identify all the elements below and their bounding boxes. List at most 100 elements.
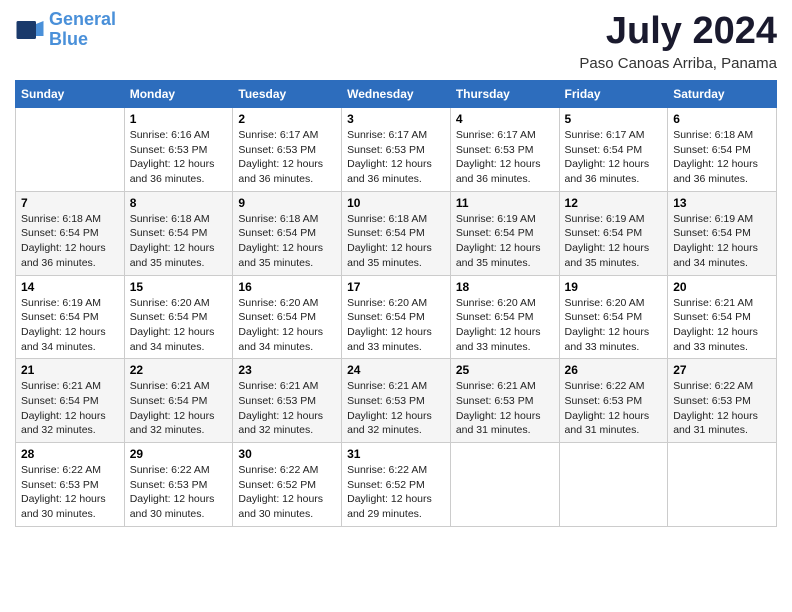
calendar-cell	[16, 108, 125, 192]
day-number: 22	[130, 363, 228, 377]
calendar-cell: 23 Sunrise: 6:21 AM Sunset: 6:53 PM Dayli…	[233, 359, 342, 443]
day-info: Sunrise: 6:19 AM Sunset: 6:54 PM Dayligh…	[456, 212, 554, 271]
day-info: Sunrise: 6:20 AM Sunset: 6:54 PM Dayligh…	[238, 296, 336, 355]
day-number: 23	[238, 363, 336, 377]
day-info: Sunrise: 6:17 AM Sunset: 6:54 PM Dayligh…	[565, 128, 663, 187]
calendar-cell: 28 Sunrise: 6:22 AM Sunset: 6:53 PM Dayli…	[16, 443, 125, 527]
calendar-cell: 20 Sunrise: 6:21 AM Sunset: 6:54 PM Dayli…	[668, 275, 777, 359]
calendar-cell: 12Sunrise: 6:19 AM Sunset: 6:54 PM Dayli…	[559, 191, 668, 275]
day-info: Sunrise: 6:17 AM Sunset: 6:53 PM Dayligh…	[238, 128, 336, 187]
calendar-cell: 22 Sunrise: 6:21 AM Sunset: 6:54 PM Dayli…	[124, 359, 233, 443]
day-number: 31	[347, 447, 445, 461]
day-number: 6	[673, 112, 771, 126]
day-info: Sunrise: 6:21 AM Sunset: 6:53 PM Dayligh…	[238, 379, 336, 438]
calendar-cell: 3Sunrise: 6:17 AM Sunset: 6:53 PM Daylig…	[342, 108, 451, 192]
day-info: Sunrise: 6:21 AM Sunset: 6:54 PM Dayligh…	[21, 379, 119, 438]
calendar-cell: 2Sunrise: 6:17 AM Sunset: 6:53 PM Daylig…	[233, 108, 342, 192]
day-number: 13	[673, 196, 771, 210]
day-number: 7	[21, 196, 119, 210]
day-info: Sunrise: 6:21 AM Sunset: 6:53 PM Dayligh…	[347, 379, 445, 438]
calendar-cell: 18 Sunrise: 6:20 AM Sunset: 6:54 PM Dayli…	[450, 275, 559, 359]
day-info: Sunrise: 6:21 AM Sunset: 6:54 PM Dayligh…	[130, 379, 228, 438]
calendar-cell: 11 Sunrise: 6:19 AM Sunset: 6:54 PM Dayli…	[450, 191, 559, 275]
calendar-cell: 15 Sunrise: 6:20 AM Sunset: 6:54 PM Dayli…	[124, 275, 233, 359]
day-header-monday: Monday	[124, 81, 233, 108]
day-header-friday: Friday	[559, 81, 668, 108]
title-block: July 2024 Paso Canoas Arriba, Panama	[579, 10, 777, 72]
calendar-cell: 25 Sunrise: 6:21 AM Sunset: 6:53 PM Dayli…	[450, 359, 559, 443]
day-info: Sunrise: 6:18 AM Sunset: 6:54 PM Dayligh…	[130, 212, 228, 271]
calendar-cell: 26Sunrise: 6:22 AM Sunset: 6:53 PM Dayli…	[559, 359, 668, 443]
day-info: Sunrise: 6:22 AM Sunset: 6:52 PM Dayligh…	[238, 463, 336, 522]
day-info: Sunrise: 6:21 AM Sunset: 6:54 PM Dayligh…	[673, 296, 771, 355]
day-info: Sunrise: 6:22 AM Sunset: 6:53 PM Dayligh…	[673, 379, 771, 438]
calendar-cell: 9 Sunrise: 6:18 AM Sunset: 6:54 PM Daylig…	[233, 191, 342, 275]
calendar-cell: 27 Sunrise: 6:22 AM Sunset: 6:53 PM Dayli…	[668, 359, 777, 443]
calendar-header-row: SundayMondayTuesdayWednesdayThursdayFrid…	[16, 81, 777, 108]
calendar-cell	[668, 443, 777, 527]
calendar-week-1: 1 Sunrise: 6:16 AM Sunset: 6:53 PM Daylig…	[16, 108, 777, 192]
calendar-cell: 17Sunrise: 6:20 AM Sunset: 6:54 PM Dayli…	[342, 275, 451, 359]
calendar-cell: 29Sunrise: 6:22 AM Sunset: 6:53 PM Dayli…	[124, 443, 233, 527]
day-number: 28	[21, 447, 119, 461]
calendar-table: SundayMondayTuesdayWednesdayThursdayFrid…	[15, 80, 777, 527]
day-number: 24	[347, 363, 445, 377]
day-info: Sunrise: 6:20 AM Sunset: 6:54 PM Dayligh…	[565, 296, 663, 355]
calendar-cell: 16Sunrise: 6:20 AM Sunset: 6:54 PM Dayli…	[233, 275, 342, 359]
location-subtitle: Paso Canoas Arriba, Panama	[579, 55, 777, 72]
day-number: 1	[130, 112, 228, 126]
day-info: Sunrise: 6:22 AM Sunset: 6:53 PM Dayligh…	[21, 463, 119, 522]
calendar-week-5: 28 Sunrise: 6:22 AM Sunset: 6:53 PM Dayli…	[16, 443, 777, 527]
day-info: Sunrise: 6:20 AM Sunset: 6:54 PM Dayligh…	[130, 296, 228, 355]
calendar-cell: 30Sunrise: 6:22 AM Sunset: 6:52 PM Dayli…	[233, 443, 342, 527]
day-info: Sunrise: 6:19 AM Sunset: 6:54 PM Dayligh…	[673, 212, 771, 271]
calendar-cell: 13 Sunrise: 6:19 AM Sunset: 6:54 PM Dayli…	[668, 191, 777, 275]
day-info: Sunrise: 6:22 AM Sunset: 6:53 PM Dayligh…	[565, 379, 663, 438]
day-number: 9	[238, 196, 336, 210]
day-info: Sunrise: 6:17 AM Sunset: 6:53 PM Dayligh…	[456, 128, 554, 187]
calendar-cell	[450, 443, 559, 527]
calendar-cell: 10Sunrise: 6:18 AM Sunset: 6:54 PM Dayli…	[342, 191, 451, 275]
day-number: 15	[130, 280, 228, 294]
calendar-week-2: 7 Sunrise: 6:18 AM Sunset: 6:54 PM Daylig…	[16, 191, 777, 275]
page-header: General Blue July 2024 Paso Canoas Arrib…	[15, 10, 777, 72]
calendar-cell: 7 Sunrise: 6:18 AM Sunset: 6:54 PM Daylig…	[16, 191, 125, 275]
calendar-cell: 21 Sunrise: 6:21 AM Sunset: 6:54 PM Dayli…	[16, 359, 125, 443]
day-number: 20	[673, 280, 771, 294]
day-number: 18	[456, 280, 554, 294]
day-number: 27	[673, 363, 771, 377]
day-info: Sunrise: 6:17 AM Sunset: 6:53 PM Dayligh…	[347, 128, 445, 187]
logo-line1: General	[49, 9, 116, 29]
day-number: 5	[565, 112, 663, 126]
day-header-saturday: Saturday	[668, 81, 777, 108]
day-number: 4	[456, 112, 554, 126]
calendar-cell	[559, 443, 668, 527]
day-number: 10	[347, 196, 445, 210]
day-header-sunday: Sunday	[16, 81, 125, 108]
day-info: Sunrise: 6:22 AM Sunset: 6:52 PM Dayligh…	[347, 463, 445, 522]
calendar-cell: 8 Sunrise: 6:18 AM Sunset: 6:54 PM Daylig…	[124, 191, 233, 275]
calendar-cell: 4 Sunrise: 6:17 AM Sunset: 6:53 PM Daylig…	[450, 108, 559, 192]
calendar-cell: 31 Sunrise: 6:22 AM Sunset: 6:52 PM Dayli…	[342, 443, 451, 527]
day-number: 17	[347, 280, 445, 294]
day-info: Sunrise: 6:16 AM Sunset: 6:53 PM Dayligh…	[130, 128, 228, 187]
day-info: Sunrise: 6:22 AM Sunset: 6:53 PM Dayligh…	[130, 463, 228, 522]
month-year-title: July 2024	[579, 10, 777, 53]
day-number: 25	[456, 363, 554, 377]
day-info: Sunrise: 6:20 AM Sunset: 6:54 PM Dayligh…	[456, 296, 554, 355]
day-number: 8	[130, 196, 228, 210]
day-info: Sunrise: 6:18 AM Sunset: 6:54 PM Dayligh…	[21, 212, 119, 271]
day-number: 12	[565, 196, 663, 210]
day-number: 19	[565, 280, 663, 294]
day-info: Sunrise: 6:18 AM Sunset: 6:54 PM Dayligh…	[673, 128, 771, 187]
day-info: Sunrise: 6:21 AM Sunset: 6:53 PM Dayligh…	[456, 379, 554, 438]
day-info: Sunrise: 6:18 AM Sunset: 6:54 PM Dayligh…	[238, 212, 336, 271]
calendar-cell: 24 Sunrise: 6:21 AM Sunset: 6:53 PM Dayli…	[342, 359, 451, 443]
logo-line2: Blue	[49, 29, 88, 49]
calendar-cell: 1 Sunrise: 6:16 AM Sunset: 6:53 PM Daylig…	[124, 108, 233, 192]
day-info: Sunrise: 6:19 AM Sunset: 6:54 PM Dayligh…	[21, 296, 119, 355]
logo-icon	[15, 15, 45, 45]
logo: General Blue	[15, 10, 116, 50]
day-number: 21	[21, 363, 119, 377]
day-number: 11	[456, 196, 554, 210]
